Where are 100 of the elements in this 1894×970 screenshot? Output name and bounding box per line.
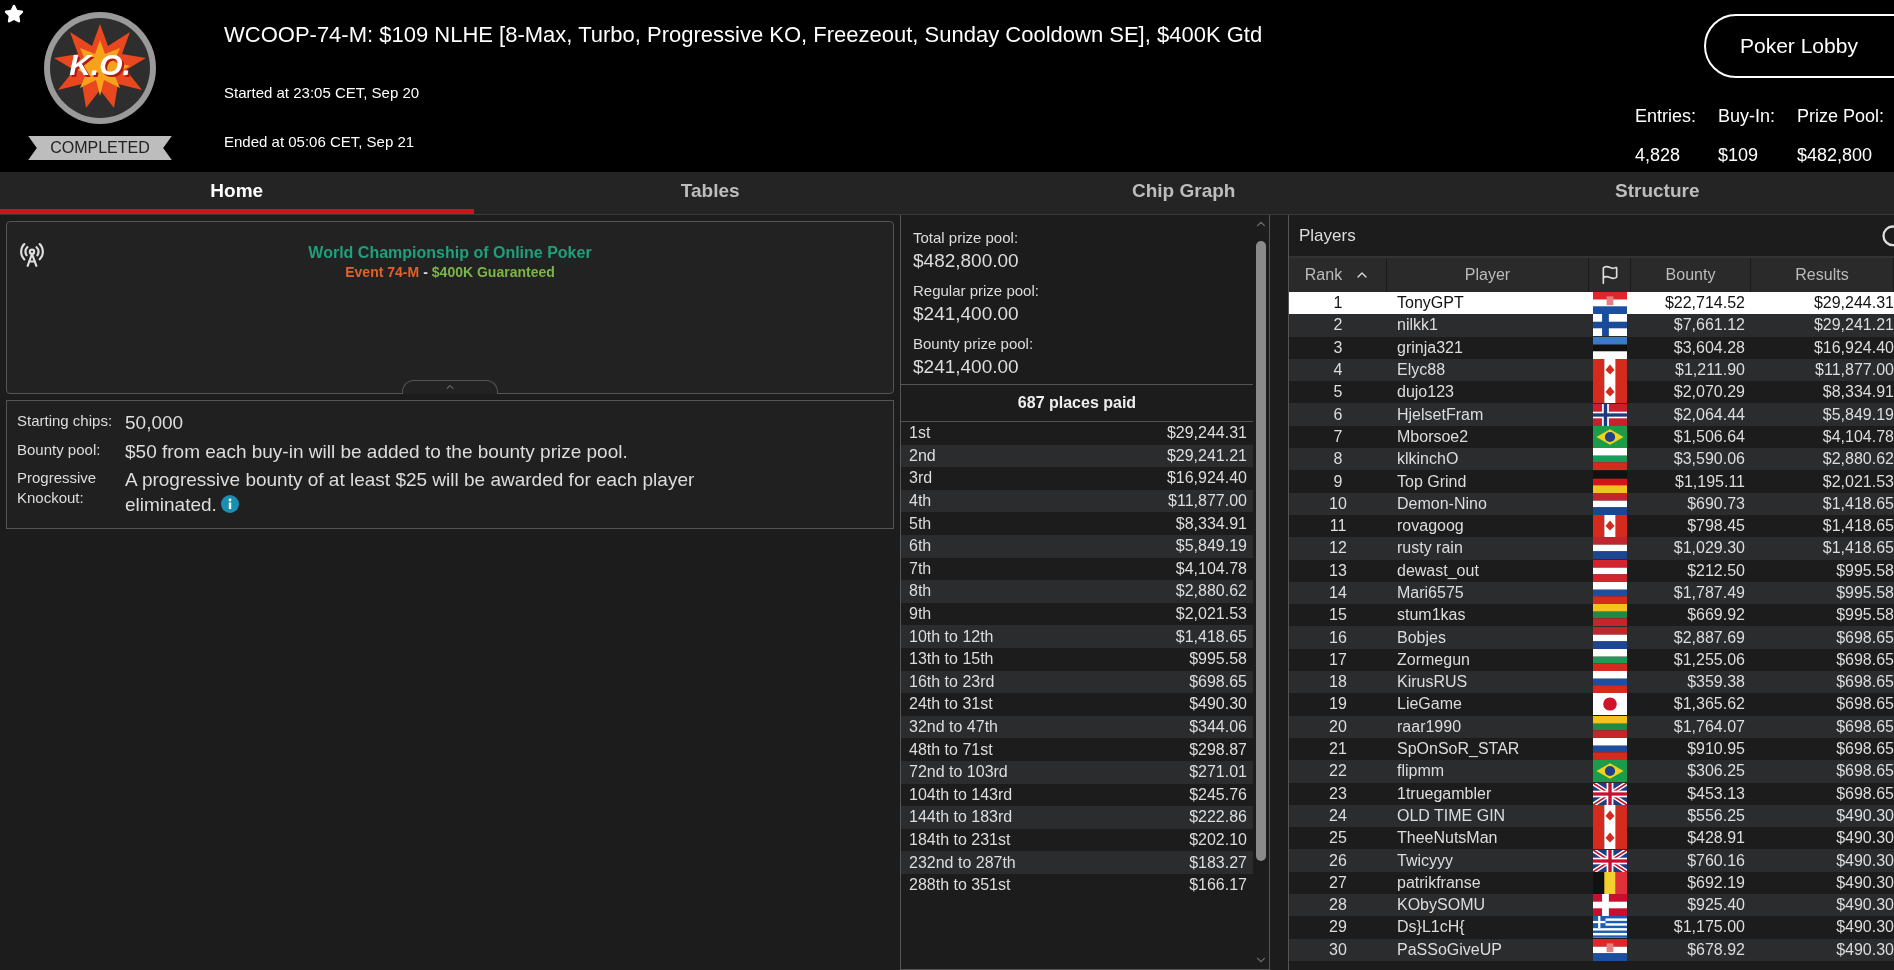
player-name: Mborsoe2 bbox=[1396, 426, 1470, 447]
player-name: PaSSoGiveUP bbox=[1396, 939, 1503, 960]
bounty-cell-text: $428.91 bbox=[1686, 828, 1746, 849]
payout-amount: $245.76 bbox=[1189, 785, 1247, 804]
stat-label: Entries: bbox=[1634, 106, 1696, 127]
tab[interactable]: Home bbox=[0, 172, 474, 214]
column-header[interactable]: Player bbox=[1464, 266, 1511, 284]
payout-amount: $8,334.91 bbox=[1175, 514, 1247, 533]
payout-place: 24th to 31st bbox=[909, 695, 993, 714]
prize-pool-value: $241,400.00 bbox=[913, 356, 1020, 378]
rank-cell-text: 6 bbox=[1332, 404, 1344, 425]
player-row[interactable]: 30 PaSSoGiveUP $678.92 $490.30 bbox=[1289, 938, 1894, 961]
player-row[interactable]: 2 nilkk1 $7,661.12 $29,241.21 bbox=[1289, 314, 1894, 337]
star-icon[interactable] bbox=[4, 4, 24, 24]
player-name: KirusRUS bbox=[1396, 672, 1469, 693]
event-name: Event 74-M bbox=[345, 264, 420, 280]
flag-icon bbox=[1593, 336, 1627, 359]
player-row[interactable]: 6 HjelsetFram $2,064.44 $5,849.19 bbox=[1289, 403, 1894, 426]
flag-icon bbox=[1593, 582, 1627, 604]
result-cell-text: $698.65 bbox=[1835, 783, 1894, 804]
payout-place: 1st bbox=[909, 424, 931, 443]
result-cell-text: $490.30 bbox=[1835, 895, 1894, 916]
player-row[interactable]: 24 OLD TIME GIN $556.25 $490.30 bbox=[1289, 804, 1894, 828]
flag-icon bbox=[1593, 871, 1627, 894]
result-cell-text: $698.65 bbox=[1835, 716, 1894, 737]
player-row[interactable]: 18 KirusRUS $359.38 $698.65 bbox=[1289, 671, 1894, 694]
flag-icon bbox=[1593, 381, 1627, 404]
payout-amount: $271.01 bbox=[1189, 763, 1247, 782]
player-name: KObySOMU bbox=[1396, 895, 1486, 916]
rank-cell-text: 29 bbox=[1328, 917, 1348, 938]
column-header[interactable]: Rank bbox=[1304, 266, 1343, 284]
logo-text: K.O. bbox=[68, 48, 132, 82]
bounty-cell-text: $690.73 bbox=[1686, 493, 1746, 514]
player-name: LieGame bbox=[1396, 694, 1463, 715]
result-cell-text: $698.65 bbox=[1835, 672, 1894, 693]
payout-place: 10th to 12th bbox=[909, 627, 994, 646]
tab[interactable]: Tables bbox=[473, 172, 947, 214]
player-name: OLD TIME GIN bbox=[1396, 805, 1507, 826]
result-cell-text: $490.30 bbox=[1835, 828, 1894, 849]
column-header[interactable]: Bounty bbox=[1665, 266, 1716, 284]
payout-amount: $1,418.65 bbox=[1175, 627, 1247, 646]
player-row[interactable]: 8 klkinchO $3,590.06 $2,880.62 bbox=[1289, 448, 1894, 471]
bounty-cell-text: $1,506.64 bbox=[1672, 426, 1746, 447]
result-cell-text: $1,418.65 bbox=[1821, 493, 1894, 514]
payout-place: 3rd bbox=[909, 469, 933, 488]
bounty-cell-text: $925.40 bbox=[1686, 895, 1746, 916]
payout-place: 184th to 231st bbox=[909, 831, 1011, 849]
bounty-cell-text: $798.45 bbox=[1686, 516, 1746, 537]
result-cell-text: $29,241.21 bbox=[1812, 315, 1894, 336]
payout-place: 4th bbox=[909, 492, 932, 511]
rank-cell-text: 9 bbox=[1332, 471, 1344, 492]
player-name: Mari6575 bbox=[1396, 583, 1465, 603]
guarantee-text: $400K Guaranteed bbox=[431, 264, 555, 280]
bounty-cell-text: $1,211.90 bbox=[1674, 360, 1746, 381]
prize-pool-label: Regular prize pool: bbox=[913, 282, 1040, 299]
player-row[interactable]: 28 KObySOMU $925.40 $490.30 bbox=[1289, 894, 1894, 917]
payout-amount: $29,244.31 bbox=[1166, 424, 1247, 443]
player-row[interactable]: 10 Demon-Nino $690.73 $1,418.65 bbox=[1289, 492, 1894, 515]
result-cell-text: $995.58 bbox=[1835, 605, 1894, 626]
result-cell-text: $490.30 bbox=[1835, 939, 1894, 960]
flag-icon bbox=[1593, 537, 1627, 560]
poker-lobby-button[interactable]: Poker Lobby bbox=[1704, 14, 1894, 78]
rank-cell-text: 10 bbox=[1328, 493, 1348, 514]
player-name: klkinchO bbox=[1396, 449, 1460, 470]
player-name: stum1kas bbox=[1396, 605, 1467, 626]
player-row[interactable]: 20 raar1990 $1,764.07 $698.65 bbox=[1289, 715, 1894, 738]
stat-label: Prize Pool: bbox=[1796, 106, 1884, 127]
player-name: grinja321 bbox=[1396, 337, 1464, 358]
player-row[interactable]: 12 rusty rain $1,029.30 $1,418.65 bbox=[1289, 537, 1894, 560]
bounty-cell-text: $359.38 bbox=[1686, 672, 1746, 693]
payout-amount: $5,849.19 bbox=[1175, 537, 1247, 556]
bounty-cell-text: $760.16 bbox=[1686, 850, 1746, 871]
column-header[interactable]: Results bbox=[1795, 266, 1849, 284]
scrollbar-thumb[interactable] bbox=[1256, 241, 1266, 861]
flag-icon bbox=[1593, 403, 1627, 426]
payout-amount: $202.10 bbox=[1189, 831, 1247, 849]
bounty-cell-text: $306.25 bbox=[1686, 761, 1746, 782]
result-cell-text: $2,021.53 bbox=[1821, 471, 1894, 492]
payout-place: 48th to 71st bbox=[909, 740, 993, 759]
player-row[interactable]: 26 Twicyyy $760.16 $490.30 bbox=[1289, 849, 1894, 872]
player-row[interactable]: 1 TonyGPT $22,714.52 $29,244.31 bbox=[1289, 292, 1894, 315]
player-row[interactable]: 22 flipmm $306.25 $698.65 bbox=[1289, 760, 1894, 783]
bounty-cell-text: $1,175.00 bbox=[1672, 917, 1746, 938]
result-cell-text: $995.58 bbox=[1835, 560, 1894, 581]
tab[interactable]: Structure bbox=[1420, 172, 1894, 214]
flag-icon bbox=[1593, 648, 1627, 671]
player-row[interactable]: 16 Bobjes $2,887.69 $698.65 bbox=[1289, 626, 1894, 649]
info-icon[interactable] bbox=[220, 495, 239, 514]
stat-value: 4,828 bbox=[1634, 145, 1681, 166]
player-name: Bobjes bbox=[1396, 627, 1447, 648]
bounty-cell-text: $212.50 bbox=[1686, 560, 1746, 581]
rank-cell-text: 26 bbox=[1328, 850, 1348, 871]
player-row[interactable]: 14 Mari6575 $1,787.49 $995.58 bbox=[1289, 581, 1894, 605]
player-name: 1truegambler bbox=[1396, 783, 1493, 804]
rank-cell-text: 27 bbox=[1328, 872, 1348, 893]
detail-label: Progressive Knockout: bbox=[17, 468, 98, 508]
tab[interactable]: Chip Graph bbox=[947, 172, 1421, 214]
bounty-cell-text: $692.19 bbox=[1686, 872, 1746, 893]
bounty-cell-text: $669.92 bbox=[1686, 605, 1746, 626]
player-row[interactable]: 4 Elyc88 $1,211.90 $11,877.00 bbox=[1289, 358, 1894, 382]
